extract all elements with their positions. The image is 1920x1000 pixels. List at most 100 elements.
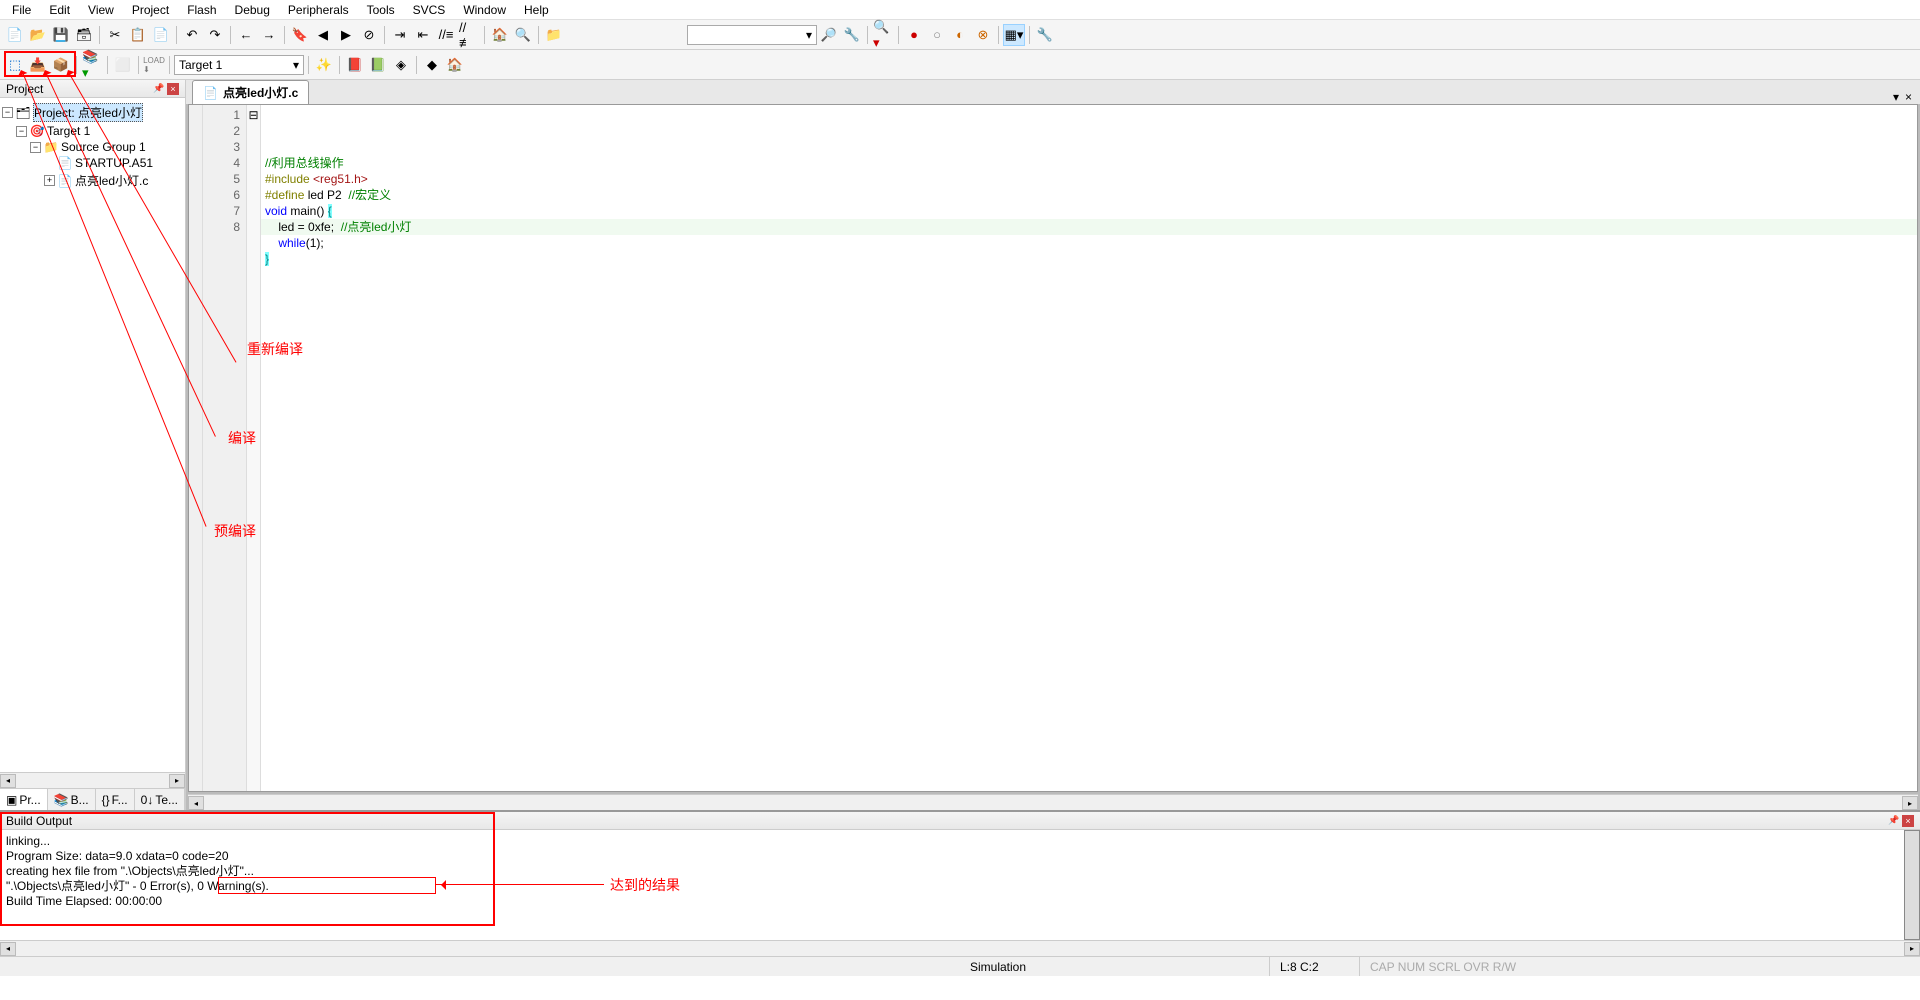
manage-multi-icon[interactable]: 📗 xyxy=(367,54,389,76)
project-icon: 🗂 xyxy=(16,106,30,120)
find-files-icon[interactable]: 🔍 xyxy=(512,24,534,46)
bookmark-next-icon[interactable]: ▶ xyxy=(335,24,357,46)
window-icon[interactable]: ▦▾ xyxy=(1003,24,1025,46)
editor-tab-active[interactable]: 📄 点亮led小灯.c xyxy=(192,80,309,104)
download-icon[interactable]: LOAD⬇ xyxy=(143,54,165,76)
manage-rte-icon[interactable]: ◈ xyxy=(390,54,412,76)
panel-close-icon[interactable]: × xyxy=(167,83,179,95)
pack-installer-icon[interactable]: 🏠 xyxy=(444,54,466,76)
tab-icon: 0↓ xyxy=(141,793,154,807)
stop-build-icon[interactable]: ⬜ xyxy=(112,54,134,76)
tab-icon: {} xyxy=(102,793,110,807)
bp-disable-icon[interactable]: ○ xyxy=(926,24,948,46)
panel-pin-icon[interactable]: 📌 xyxy=(153,83,165,95)
outdent-icon[interactable]: ⇤ xyxy=(412,24,434,46)
menu-window[interactable]: Window xyxy=(455,1,514,19)
editor-hscroll[interactable]: ◂ ▸ xyxy=(188,794,1918,810)
menu-debug[interactable]: Debug xyxy=(227,1,278,19)
nav-fwd-icon[interactable]: → xyxy=(258,24,280,46)
bp-kill-icon[interactable]: ◐ xyxy=(949,24,971,46)
status-keyboard: CAP NUM SCRL OVR R/W xyxy=(1360,957,1526,976)
panel-tab[interactable]: ▣Pr... xyxy=(0,789,48,810)
tree-target[interactable]: Target 1 xyxy=(47,124,90,138)
bp-kill-all-icon[interactable]: ⊗ xyxy=(972,24,994,46)
tree-group[interactable]: Source Group 1 xyxy=(61,140,146,154)
menu-flash[interactable]: Flash xyxy=(179,1,224,19)
target-name: Target 1 xyxy=(179,58,222,72)
batch-build-icon[interactable]: 📚▾ xyxy=(81,54,103,76)
expand-icon[interactable]: − xyxy=(30,142,41,153)
tree-file-main[interactable]: 点亮led小灯.c xyxy=(75,172,148,189)
nav-back-icon[interactable]: ← xyxy=(235,24,257,46)
menu-view[interactable]: View xyxy=(80,1,122,19)
comment-icon[interactable]: //≡ xyxy=(435,24,457,46)
scroll-left-icon[interactable]: ◂ xyxy=(0,774,16,788)
file-icon: 📄 xyxy=(203,86,218,100)
build-vscroll[interactable] xyxy=(1904,830,1920,940)
panel-tab[interactable]: {}F... xyxy=(96,789,135,810)
scroll-right-icon[interactable]: ▸ xyxy=(1902,796,1918,810)
pack-icon[interactable]: ◆ xyxy=(421,54,443,76)
bookmark-prev-icon[interactable]: ◀ xyxy=(312,24,334,46)
cut-icon[interactable]: ✂ xyxy=(104,24,126,46)
scroll-left-icon[interactable]: ◂ xyxy=(188,796,204,810)
indent-icon[interactable]: ⇥ xyxy=(389,24,411,46)
incremental-icon[interactable]: 🔧 xyxy=(841,24,863,46)
target-selector[interactable]: Target 1▾ xyxy=(174,55,304,75)
bookmark-icon[interactable]: 🔖 xyxy=(289,24,311,46)
project-icon[interactable]: 📁 xyxy=(543,24,565,46)
editor-tabs: 📄 点亮led小灯.c ▾ × xyxy=(186,80,1920,104)
debug-icon[interactable]: 🔍▾ xyxy=(872,24,894,46)
status-cursor-pos: L:8 C:2 xyxy=(1270,957,1360,976)
redo-icon[interactable]: ↷ xyxy=(204,24,226,46)
target-icon: 🎯 xyxy=(30,124,44,138)
copy-icon[interactable]: 📋 xyxy=(127,24,149,46)
options-icon[interactable]: ✨ xyxy=(313,54,335,76)
menu-svcs[interactable]: SVCS xyxy=(405,1,454,19)
panel-pin-icon[interactable]: 📌 xyxy=(1888,815,1900,827)
menu-file[interactable]: File xyxy=(4,1,39,19)
main-area: Project 📌 × −🗂Project: 点亮led小灯 −🎯Target … xyxy=(0,80,1920,810)
expand-icon[interactable]: − xyxy=(16,126,27,137)
config-icon[interactable]: 🔧 xyxy=(1034,24,1056,46)
bookmark-clear-icon[interactable]: ⊘ xyxy=(358,24,380,46)
project-tree[interactable]: −🗂Project: 点亮led小灯 −🎯Target 1 −📁Source G… xyxy=(0,98,185,772)
uncomment-icon[interactable]: //≢ xyxy=(458,24,480,46)
line-gutter: 12345678 xyxy=(203,105,247,791)
tab-close-icon[interactable]: × xyxy=(1905,90,1912,104)
panel-tab[interactable]: 📚B... xyxy=(48,789,96,810)
build-hscroll[interactable]: ◂ ▸ xyxy=(0,940,1920,956)
scroll-right-icon[interactable]: ▸ xyxy=(169,774,185,788)
breakpoint-margin[interactable] xyxy=(189,105,203,791)
open-file-icon[interactable]: 📂 xyxy=(27,24,49,46)
menu-tools[interactable]: Tools xyxy=(359,1,403,19)
manage-icon[interactable]: 📕 xyxy=(344,54,366,76)
breakpoint-icon[interactable]: ● xyxy=(903,24,925,46)
panel-tab[interactable]: 0↓Te... xyxy=(135,789,185,810)
menu-project[interactable]: Project xyxy=(124,1,177,19)
menu-edit[interactable]: Edit xyxy=(41,1,78,19)
undo-icon[interactable]: ↶ xyxy=(181,24,203,46)
code-editor[interactable]: 12345678 ⊟ //利用总线操作#include <reg51.h>#de… xyxy=(188,104,1918,792)
scroll-left-icon[interactable]: ◂ xyxy=(0,942,16,956)
find-next-icon[interactable]: 🔎 xyxy=(818,24,840,46)
tab-menu-icon[interactable]: ▾ xyxy=(1893,90,1899,104)
find-combo[interactable]: ▾ xyxy=(687,25,817,45)
save-icon[interactable]: 💾 xyxy=(50,24,72,46)
annotation-arrow xyxy=(436,884,604,885)
find-icon[interactable]: 🏠 xyxy=(489,24,511,46)
scroll-right-icon[interactable]: ▸ xyxy=(1904,942,1920,956)
save-all-icon[interactable]: 🗃 xyxy=(73,24,95,46)
menu-help[interactable]: Help xyxy=(516,1,557,19)
code-content[interactable]: //利用总线操作#include <reg51.h>#define led P2… xyxy=(261,105,1917,791)
fold-margin[interactable]: ⊟ xyxy=(247,105,261,791)
menu-peripherals[interactable]: Peripherals xyxy=(280,1,357,19)
panel-close-icon[interactable]: × xyxy=(1902,815,1914,827)
paste-icon[interactable]: 📄 xyxy=(150,24,172,46)
expand-icon[interactable]: + xyxy=(44,175,55,186)
new-file-icon[interactable]: 📄 xyxy=(4,24,26,46)
toolbar-main: 📄 📂 💾 🗃 ✂ 📋 📄 ↶ ↷ ← → 🔖 ◀ ▶ ⊘ ⇥ ⇤ //≡ //… xyxy=(0,20,1920,50)
project-hscroll[interactable]: ◂ ▸ xyxy=(0,772,185,788)
menu-bar: FileEditViewProjectFlashDebugPeripherals… xyxy=(0,0,1920,20)
expand-icon[interactable]: − xyxy=(2,107,13,118)
